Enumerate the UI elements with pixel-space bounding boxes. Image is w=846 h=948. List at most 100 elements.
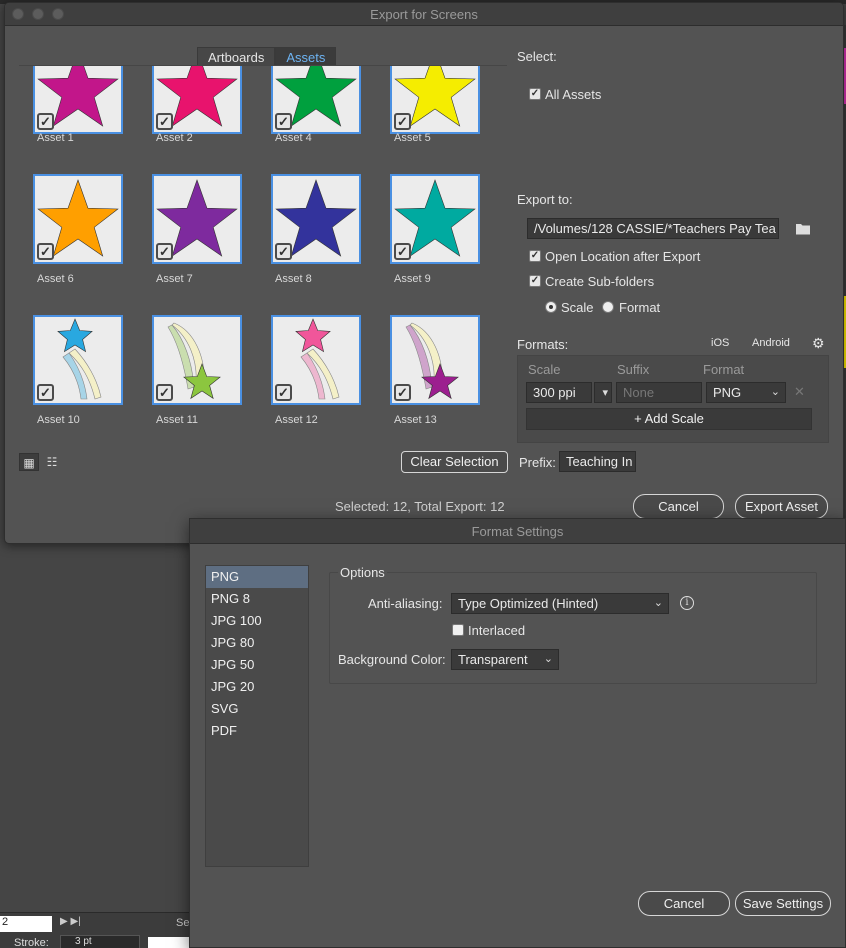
asset-tile[interactable]: ✓ (271, 174, 361, 264)
format-list-item[interactable]: SVG (206, 698, 308, 720)
asset-tile[interactable]: ✓ (152, 66, 242, 134)
format-list-item[interactable]: PDF (206, 720, 308, 742)
asset-checkbox[interactable]: ✓ (37, 113, 54, 130)
asset-tile[interactable]: ✓ (33, 174, 123, 264)
format-list-item[interactable]: JPG 80 (206, 632, 308, 654)
asset-label: Asset 5 (394, 132, 431, 144)
add-scale-button[interactable]: + Add Scale (526, 408, 812, 430)
asset-tile[interactable]: ✓ (271, 66, 361, 134)
export-path-input[interactable]: /Volumes/128 CASSIE/*Teachers Pay Tea (527, 218, 779, 239)
select-heading: Select: (517, 49, 557, 64)
asset-label: Asset 13 (394, 414, 437, 426)
format-list-item[interactable]: PNG 8 (206, 588, 308, 610)
scale-select[interactable]: 300 ppi (526, 382, 592, 403)
asset-label: Asset 12 (275, 414, 318, 426)
format-list-item[interactable]: JPG 50 (206, 654, 308, 676)
remove-scale-icon[interactable]: ✕ (794, 384, 805, 400)
format-select-value: PNG (713, 385, 742, 400)
asset-label: Asset 11 (156, 414, 198, 426)
asset-tile[interactable]: ✓ (152, 315, 242, 405)
asset-checkbox[interactable]: ✓ (156, 384, 173, 401)
android-preset-button[interactable]: Android (752, 337, 790, 349)
grid-view-icon[interactable]: ▦ (19, 453, 39, 471)
format-settings-titlebar: Format Settings (190, 519, 845, 544)
asset-label: Asset 9 (394, 273, 431, 285)
scale-column-header: Scale (528, 362, 561, 377)
suffix-input[interactable]: None (616, 382, 702, 403)
asset-tile[interactable]: ✓ (390, 174, 480, 264)
export-dialog-title: Export for Screens (370, 7, 478, 22)
asset-checkbox[interactable]: ✓ (37, 384, 54, 401)
asset-checkbox[interactable]: ✓ (394, 384, 411, 401)
formats-heading: Formats: (517, 337, 569, 352)
export-asset-button[interactable]: Export Asset (735, 494, 828, 519)
background-color-select[interactable]: Transparent ⌄ (451, 649, 559, 670)
create-subfolders-checkbox[interactable]: ✓ (529, 275, 541, 287)
asset-label: Asset 1 (37, 132, 74, 144)
asset-checkbox[interactable]: ✓ (275, 243, 292, 260)
export-to-heading: Export to: (517, 192, 573, 207)
asset-tile[interactable]: ✓ (152, 174, 242, 264)
format-list-item[interactable]: JPG 100 (206, 610, 308, 632)
clear-selection-button[interactable]: Clear Selection (401, 451, 508, 473)
asset-checkbox[interactable]: ✓ (394, 113, 411, 130)
interlaced-checkbox[interactable] (452, 624, 464, 636)
stroke-label: Stroke: (14, 937, 49, 948)
info-icon[interactable]: i (680, 596, 694, 610)
color-swatch (148, 937, 190, 948)
interlaced-label: Interlaced (468, 623, 526, 638)
options-group: Options Anti-aliasing: Type Optimized (H… (329, 565, 817, 684)
export-titlebar: Export for Screens (5, 3, 843, 26)
format-list-item[interactable]: PNG (206, 566, 308, 588)
list-view-icon[interactable]: ☷ (42, 453, 62, 471)
asset-checkbox[interactable]: ✓ (156, 243, 173, 260)
all-assets-label: All Assets (545, 87, 602, 102)
antialiasing-select[interactable]: Type Optimized (Hinted) ⌄ (451, 593, 669, 614)
asset-checkbox[interactable]: ✓ (156, 113, 173, 130)
stroke-field[interactable]: 3 pt (60, 935, 140, 948)
export-for-screens-dialog: Export for Screens Artboards Assets ✓ Ass… (4, 2, 844, 544)
asset-tile[interactable]: ✓ (271, 315, 361, 405)
asset-tile[interactable]: ✓ (390, 66, 480, 134)
scale-dropdown-button[interactable]: ▾ (594, 382, 612, 403)
antialiasing-label: Anti-aliasing: (368, 596, 443, 611)
ios-preset-button[interactable]: iOS (711, 337, 729, 349)
prefix-input[interactable]: Teaching In (559, 451, 636, 472)
chevron-down-icon: ⌄ (543, 653, 553, 665)
asset-checkbox[interactable]: ✓ (275, 113, 292, 130)
asset-grid: ✓ Asset 1 ✓ Asset 2 ✓ Asset 4 ✓ Asset 5 ✓ Asset 6… (19, 65, 507, 445)
selection-status: Selected: 12, Total Export: 12 (335, 499, 505, 514)
subfolder-scale-label: Scale (561, 300, 594, 315)
asset-tile[interactable]: ✓ (33, 66, 123, 134)
tab-assets[interactable]: Assets (275, 47, 337, 67)
antialiasing-value: Type Optimized (Hinted) (458, 596, 599, 611)
zoom-field[interactable]: 2 (0, 916, 52, 932)
all-assets-checkbox[interactable]: ✓ (529, 88, 541, 100)
chevron-down-icon: ⌄ (770, 386, 780, 398)
asset-label: Asset 10 (37, 414, 80, 426)
cancel-export-button[interactable]: Cancel (633, 494, 724, 519)
chevron-down-icon: ⌄ (653, 597, 663, 609)
artboard-nav-arrows[interactable]: ▶ ▶| (60, 916, 96, 932)
save-settings-button[interactable]: Save Settings (735, 891, 831, 916)
asset-checkbox[interactable]: ✓ (37, 243, 54, 260)
format-list-item[interactable]: JPG 20 (206, 676, 308, 698)
tab-artboards[interactable]: Artboards (197, 47, 276, 67)
asset-tile[interactable]: ✓ (33, 315, 123, 405)
format-settings-dialog: Format Settings PNG PNG 8 JPG 100 JPG 80 JPG… (189, 518, 846, 948)
format-select[interactable]: PNG ⌄ (706, 382, 786, 403)
open-location-checkbox[interactable]: ✓ (529, 250, 541, 262)
settings-gear-icon[interactable]: ⚙ (812, 335, 825, 352)
asset-checkbox[interactable]: ✓ (394, 243, 411, 260)
cancel-format-settings-button[interactable]: Cancel (638, 891, 730, 916)
prefix-label: Prefix: (519, 455, 556, 470)
subfolder-scale-radio[interactable] (545, 301, 557, 313)
suffix-column-header: Suffix (617, 362, 650, 377)
asset-label: Asset 6 (37, 273, 74, 285)
asset-tile[interactable]: ✓ (390, 315, 480, 405)
format-settings-title: Format Settings (471, 524, 564, 539)
folder-icon[interactable] (795, 222, 811, 238)
asset-label: Asset 8 (275, 273, 312, 285)
subfolder-format-radio[interactable] (602, 301, 614, 313)
asset-checkbox[interactable]: ✓ (275, 384, 292, 401)
